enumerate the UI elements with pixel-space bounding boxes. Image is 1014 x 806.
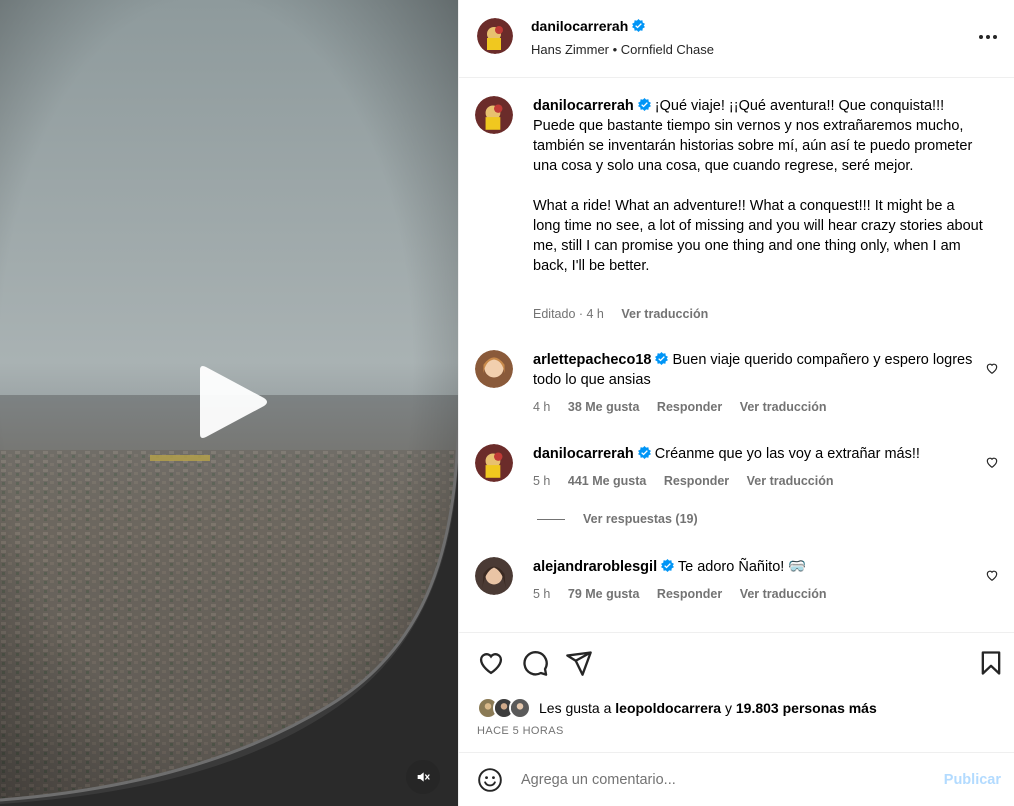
share-icon[interactable] — [565, 649, 593, 677]
liker-username[interactable]: leopoldocarrera — [615, 700, 721, 716]
play-button[interactable] — [192, 362, 272, 442]
reply-button[interactable]: Responder — [664, 474, 729, 488]
heart-icon[interactable] — [477, 649, 505, 677]
username[interactable]: alejandraroblesgil — [533, 559, 657, 575]
comment-likes[interactable]: 79 Me gusta — [568, 587, 640, 601]
like-comment-heart-icon[interactable] — [985, 361, 999, 375]
comment-likes[interactable]: 38 Me gusta — [568, 400, 640, 414]
comment-time: 5 h — [533, 587, 551, 601]
edited-timestamp: Editado · 4 h — [533, 307, 604, 321]
comment-icon[interactable] — [521, 649, 549, 677]
verified-badge-icon — [637, 98, 651, 111]
post-time-ago[interactable]: HACE 5 HORAS — [477, 725, 564, 737]
comment-time: 4 h — [533, 400, 551, 414]
audio-track-link[interactable]: Hans Zimmer • Cornfield Chase — [531, 42, 714, 57]
publish-button[interactable]: Publicar — [944, 772, 1001, 788]
like-comment-heart-icon[interactable] — [985, 455, 999, 469]
post-header: danilocarrerah Hans Zimmer • Cornfield C… — [459, 0, 1014, 78]
add-comment-bar: Publicar — [459, 752, 1014, 806]
caption-meta: Editado · 4 h Ver traducción — [533, 307, 722, 321]
avatar[interactable] — [475, 444, 513, 482]
likes-prefix: Les gusta a — [539, 700, 612, 716]
reply-button[interactable]: Responder — [657, 587, 722, 601]
verified-badge-icon — [661, 559, 675, 572]
likes-connector: y — [725, 700, 732, 716]
play-icon — [200, 366, 267, 438]
post-actions: Les gusta a leopoldocarrera y 19.803 per… — [459, 632, 1014, 752]
more-options-button[interactable] — [977, 28, 999, 46]
comment-meta: 4 h 38 Me gusta Responder Ver traducción — [533, 400, 841, 414]
comment-text: Créanme que yo las voy a extrañar más!! — [654, 446, 920, 462]
bookmark-icon[interactable] — [977, 649, 1005, 677]
username[interactable]: arlettepacheco18 — [533, 352, 651, 368]
see-translation-link[interactable]: Ver traducción — [747, 474, 834, 488]
likes-summary: Les gusta a leopoldocarrera y 19.803 per… — [477, 697, 877, 719]
comment-text: Te adoro Ñañito! 🥽 — [677, 559, 807, 575]
caption-body: danilocarrerah ¡Qué viaje! ¡¡Qué aventur… — [533, 96, 983, 296]
video-media[interactable] — [0, 0, 458, 806]
view-replies-button[interactable]: Ver respuestas (19) — [537, 512, 698, 526]
comment-body: danilocarrerah Créanme que yo las voy a … — [533, 444, 983, 464]
comment-likes[interactable]: 441 Me gusta — [568, 474, 647, 488]
likes-others-count[interactable]: 19.803 personas más — [736, 700, 877, 716]
avatar[interactable] — [475, 96, 513, 134]
see-translation-link[interactable]: Ver traducción — [740, 587, 827, 601]
post-side-panel: danilocarrerah Hans Zimmer • Cornfield C… — [458, 0, 1014, 806]
mute-toggle-button[interactable] — [406, 760, 440, 794]
comment-body: arlettepacheco18 Buen viaje querido comp… — [533, 350, 983, 390]
muted-speaker-icon — [417, 772, 430, 782]
comment-meta: 5 h 441 Me gusta Responder Ver traducció… — [533, 474, 848, 488]
username[interactable]: danilocarrerah — [533, 98, 634, 114]
more-options-icon — [979, 35, 997, 39]
avatar — [509, 697, 531, 719]
comment-meta: 5 h 79 Me gusta Responder Ver traducción — [533, 587, 841, 601]
username[interactable]: danilocarrerah — [533, 446, 634, 462]
see-translation-link[interactable]: Ver traducción — [621, 307, 708, 321]
like-comment-heart-icon[interactable] — [985, 568, 999, 582]
post-author[interactable]: danilocarrerah — [531, 18, 646, 34]
username[interactable]: danilocarrerah — [531, 18, 628, 34]
avatar[interactable] — [475, 350, 513, 388]
reply-button[interactable]: Responder — [657, 400, 722, 414]
comment-time: 5 h — [533, 474, 551, 488]
verified-badge-icon — [655, 352, 669, 365]
verified-badge-icon — [632, 19, 646, 32]
replies-divider-line — [537, 518, 565, 520]
view-replies-label: Ver respuestas (19) — [583, 512, 698, 526]
verified-badge-icon — [637, 446, 651, 459]
avatar[interactable] — [475, 557, 513, 595]
comment-body: alejandraroblesgil Te adoro Ñañito! 🥽 — [533, 557, 983, 577]
comment-input[interactable] — [521, 769, 921, 791]
see-translation-link[interactable]: Ver traducción — [740, 400, 827, 414]
emoji-icon[interactable] — [477, 767, 503, 793]
caption-text-en: What a ride! What an adventure!! What a … — [533, 198, 983, 274]
avatar[interactable] — [477, 18, 513, 54]
likers-avatars[interactable] — [477, 697, 531, 719]
